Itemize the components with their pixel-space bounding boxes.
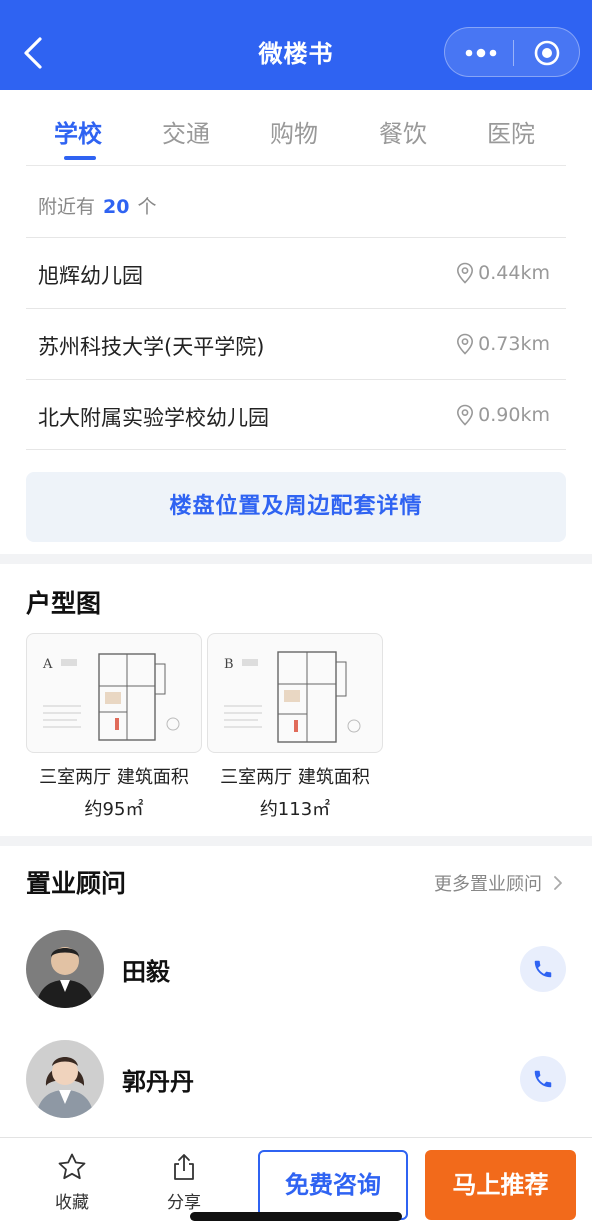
advisor-row[interactable]: 田毅 xyxy=(0,930,592,1010)
floor-plan-area: 约95㎡ xyxy=(84,799,144,820)
star-icon xyxy=(58,1153,86,1180)
distance-value: 0.90km xyxy=(478,404,550,426)
category-tabs: 学校 交通 购物 餐饮 医院 xyxy=(26,90,566,166)
close-target-icon[interactable] xyxy=(533,39,561,67)
call-button[interactable] xyxy=(520,946,566,992)
floor-plan-drawing: A xyxy=(42,653,180,741)
favorite-label: 收藏 xyxy=(55,1193,89,1213)
more-dots-icon[interactable] xyxy=(461,40,501,66)
place-name: 苏州科技大学(天平学院) xyxy=(38,335,265,359)
tab-school[interactable]: 学校 xyxy=(54,114,102,149)
floor-plans-title: 户型图 xyxy=(26,589,102,618)
favorite-button[interactable]: 收藏 xyxy=(40,1152,104,1213)
location-detail-button[interactable]: 楼盘位置及周边配套详情 xyxy=(26,472,566,542)
nav-header: 微楼书 xyxy=(0,0,592,90)
advisor-name: 田毅 xyxy=(122,958,170,986)
floor-plan-drawing: B xyxy=(224,651,361,743)
floor-plan-item[interactable]: A 三室两厅 建筑面积 约95㎡ xyxy=(26,633,202,821)
more-advisors-label: 更多置业顾问 xyxy=(434,874,542,895)
free-consult-button[interactable]: 免费咨询 xyxy=(258,1150,408,1220)
phone-icon xyxy=(534,960,552,978)
svg-text:B: B xyxy=(224,657,234,672)
place-distance: 0.44km xyxy=(456,262,550,284)
location-pin-icon xyxy=(457,404,474,426)
miniprogram-capsule xyxy=(444,27,580,77)
advisor-name: 郭丹丹 xyxy=(122,1068,194,1096)
avatar xyxy=(26,930,104,1008)
nearby-prefix: 附近有 xyxy=(38,196,96,218)
places-list: 旭辉幼儿园 0.44km 苏州科技大学(天平学院) 0.73km 北大附属实验学… xyxy=(26,237,566,450)
place-distance: 0.90km xyxy=(456,404,550,426)
recommend-now-button[interactable]: 马上推荐 xyxy=(425,1150,576,1220)
share-button[interactable]: 分享 xyxy=(152,1152,216,1213)
tab-dining[interactable]: 餐饮 xyxy=(379,114,427,149)
nearby-suffix: 个 xyxy=(137,196,157,218)
floor-plan-caption: 三室两厅 建筑面积 xyxy=(220,767,370,788)
place-distance: 0.73km xyxy=(456,333,550,355)
floor-plan-item[interactable]: B 三室两厅 建筑面积 约113㎡ xyxy=(207,633,383,821)
tab-shopping[interactable]: 购物 xyxy=(270,114,318,149)
list-item[interactable]: 旭辉幼儿园 0.44km xyxy=(26,237,566,308)
floor-plan-image: A xyxy=(26,633,202,753)
floor-plan-caption: 三室两厅 建筑面积 xyxy=(39,767,189,788)
floor-plans-card: 户型图 A 三室两厅 建筑面积 约95㎡ B 三室两厅 建筑面积 约113㎡ xyxy=(0,564,592,836)
place-name: 北大附属实验学校幼儿园 xyxy=(38,406,269,430)
chevron-right-icon xyxy=(554,876,562,890)
nearby-count: 附近有 20 个 xyxy=(38,192,156,219)
place-name: 旭辉幼儿园 xyxy=(38,264,143,288)
more-advisors-link[interactable]: 更多置业顾问 xyxy=(434,870,566,896)
capsule-divider xyxy=(513,40,514,66)
surroundings-card: 学校 交通 购物 餐饮 医院 附近有 20 个 旭辉幼儿园 0.44km 苏州科技大… xyxy=(0,90,592,554)
nearby-number: 20 xyxy=(103,196,130,218)
phone-icon xyxy=(534,1070,552,1088)
avatar xyxy=(26,1040,104,1118)
tab-transport[interactable]: 交通 xyxy=(162,114,210,149)
distance-value: 0.44km xyxy=(478,262,550,284)
bottom-action-bar: 收藏 分享 免费咨询 马上推荐 xyxy=(0,1137,592,1231)
location-pin-icon xyxy=(457,262,474,284)
advisor-row[interactable]: 郭丹丹 xyxy=(0,1040,592,1120)
advisors-card: 置业顾问 更多置业顾问 田毅 郭丹丹 xyxy=(0,846,592,1137)
active-tab-indicator xyxy=(64,156,96,160)
tab-hospital[interactable]: 医院 xyxy=(487,114,535,149)
share-label: 分享 xyxy=(167,1193,201,1213)
list-item[interactable]: 苏州科技大学(天平学院) 0.73km xyxy=(26,308,566,379)
advisors-title: 置业顾问 xyxy=(26,869,127,898)
share-icon xyxy=(174,1154,194,1180)
svg-text:A: A xyxy=(42,657,53,672)
home-indicator xyxy=(190,1212,402,1221)
location-pin-icon xyxy=(457,333,474,355)
distance-value: 0.73km xyxy=(478,333,550,355)
call-button[interactable] xyxy=(520,1056,566,1102)
floor-plan-area: 约113㎡ xyxy=(259,799,331,820)
list-item[interactable]: 北大附属实验学校幼儿园 0.90km xyxy=(26,379,566,450)
floor-plan-image: B xyxy=(207,633,383,753)
